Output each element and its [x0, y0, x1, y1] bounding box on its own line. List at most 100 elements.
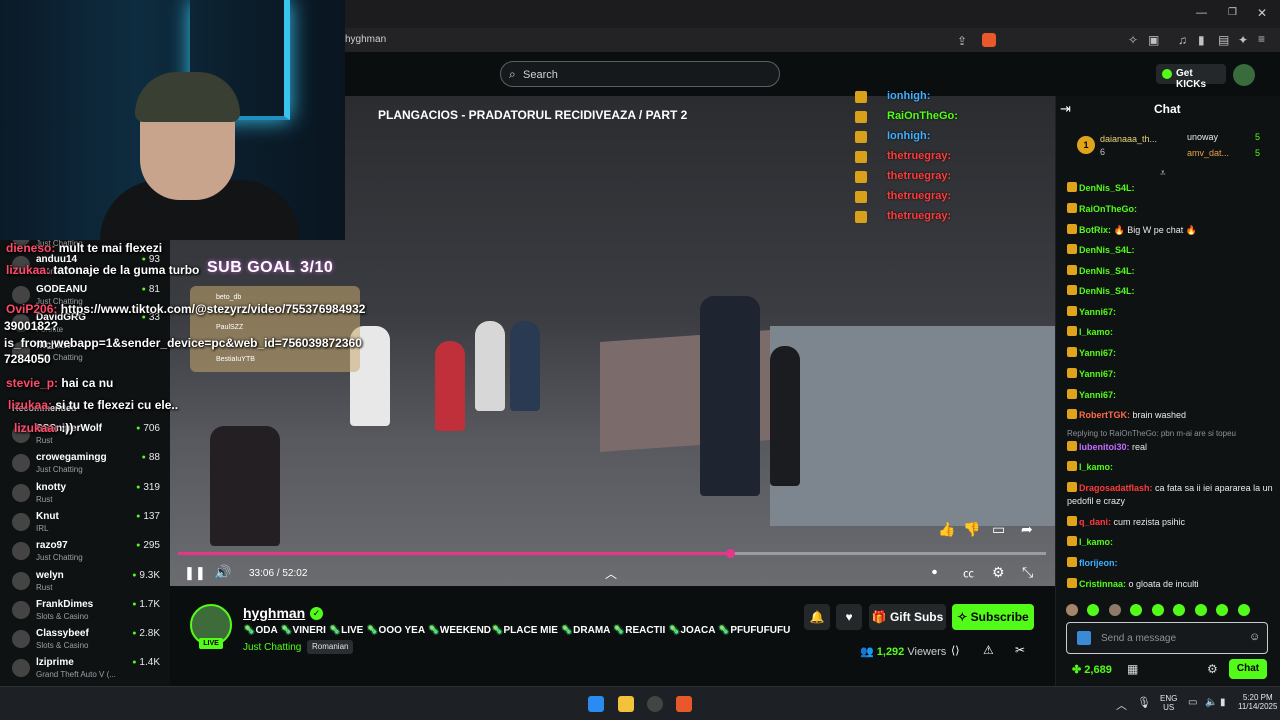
chat-username[interactable]: DenNis_S4L:: [1079, 245, 1135, 255]
emote-icon[interactable]: [1216, 604, 1229, 616]
emote-icon[interactable]: [1237, 604, 1250, 616]
music-icon[interactable]: ♫: [1178, 33, 1187, 47]
comment-icon[interactable]: ▭: [992, 521, 1005, 538]
menu-icon[interactable]: ≡: [1258, 32, 1265, 46]
chat-username[interactable]: lubenitoi30:: [1079, 442, 1130, 452]
chat-username[interactable]: RaiOnTheGo:: [1079, 204, 1137, 214]
progress-knob[interactable]: [726, 549, 736, 558]
sidebar-item-recommended[interactable]: crowegaminggJust Chatting 88: [8, 452, 168, 480]
collapse-chat-icon[interactable]: ⇥: [1060, 101, 1071, 117]
sidebar-item-recommended[interactable]: lziprimeGrand Theft Auto V (... 1.4K: [8, 657, 168, 685]
chat-username[interactable]: BotRix:: [1079, 225, 1111, 235]
theater-toggle-icon[interactable]: ⏺: [932, 567, 937, 578]
chat-message-input[interactable]: Send a message ☺: [1066, 622, 1268, 654]
brave-shield-icon[interactable]: [982, 33, 996, 47]
sidebar-icon[interactable]: ▮: [1198, 33, 1205, 47]
emote-icon[interactable]: [1087, 604, 1100, 616]
leaderboard-name[interactable]: daianaaa_th...: [1100, 134, 1157, 144]
url-text[interactable]: hyghman: [345, 34, 386, 45]
emote-icon[interactable]: [1066, 604, 1078, 616]
follow-button[interactable]: ♥: [836, 604, 862, 630]
chat-username[interactable]: Yanni67:: [1079, 390, 1116, 400]
tray-chevron-icon[interactable]: ︿: [1116, 697, 1127, 713]
language-tag[interactable]: Romanian: [307, 640, 354, 654]
app-icon[interactable]: [647, 696, 663, 712]
chat-username[interactable]: l_kamo:: [1079, 462, 1113, 472]
chat-username[interactable]: RobertTGK:: [1079, 410, 1130, 420]
chat-username[interactable]: Yanni67:: [1079, 307, 1116, 317]
wallet-icon[interactable]: ▣: [1148, 33, 1159, 47]
chat-username[interactable]: DenNis_S4L:: [1079, 183, 1135, 193]
chat-username[interactable]: q_dani:: [1079, 517, 1111, 527]
kick-emote-icon[interactable]: [1077, 631, 1091, 645]
clip-icon[interactable]: ✂: [1015, 643, 1025, 657]
network-icon[interactable]: ▭: [1188, 697, 1197, 708]
emote-icon[interactable]: [1108, 604, 1121, 616]
leo-ai-icon[interactable]: ✦: [1238, 33, 1248, 47]
microphone-icon[interactable]: 🎙: [1137, 696, 1151, 709]
sidebar-item-recommended[interactable]: KnutIRL 137: [8, 511, 168, 539]
clock[interactable]: 5:20 PM 11/14/2025: [1238, 693, 1277, 711]
subscribe-button[interactable]: ✧ Subscribe: [952, 604, 1034, 630]
emoji-picker-icon[interactable]: ☺: [1249, 631, 1260, 643]
get-kicks-button[interactable]: Get KICKs: [1156, 64, 1226, 90]
streamer-name[interactable]: hyghman: [243, 605, 305, 621]
chat-settings-icon[interactable]: ⚙: [1207, 662, 1218, 676]
sidebar-item-recommended[interactable]: FrankDimesSlots & Casino 1.7K: [8, 599, 168, 627]
close-icon[interactable]: ✕: [1257, 6, 1267, 20]
emote-icon[interactable]: [1151, 604, 1164, 616]
sidebar-item-recommended[interactable]: razo97Just Chatting 295: [8, 540, 168, 568]
captions-icon[interactable]: ㏄: [963, 565, 974, 581]
minimize-icon[interactable]: —: [1196, 7, 1207, 19]
chat-leaderboard: 1 daianaaa_th... 6 unoway 5 amv_dat... 5: [1063, 126, 1273, 168]
chat-username[interactable]: l_kamo:: [1079, 537, 1113, 547]
screenshot-icon[interactable]: ▤: [1218, 33, 1229, 47]
store-icon[interactable]: ▦: [1127, 662, 1138, 676]
chat-username[interactable]: Yanni67:: [1079, 369, 1116, 379]
chat-username[interactable]: l_kamo:: [1079, 327, 1113, 337]
sidebar-item-recommended[interactable]: ClassybeefSlots & Casino 2.8K: [8, 628, 168, 656]
sidebar-item-recommended[interactable]: welynRust 9.3K: [8, 570, 168, 598]
like-icon[interactable]: 👍: [938, 521, 955, 538]
share-icon[interactable]: ⇪: [957, 34, 967, 48]
user-avatar[interactable]: [1233, 64, 1255, 86]
restore-icon[interactable]: ❐: [1228, 7, 1237, 18]
speaker-icon[interactable]: 🔈: [1205, 697, 1217, 708]
emote-icon[interactable]: [1173, 604, 1186, 616]
dislike-icon[interactable]: 👎: [963, 521, 980, 538]
search-input[interactable]: ⌕ Search: [500, 61, 780, 87]
chat-pin-icon[interactable]: ⩡: [1160, 168, 1166, 179]
emote-icon[interactable]: [1194, 604, 1207, 616]
leaderboard-name[interactable]: unoway: [1187, 132, 1218, 142]
settings-gear-icon[interactable]: ⚙: [992, 564, 1005, 581]
chat-send-button[interactable]: Chat: [1229, 659, 1267, 679]
file-explorer-icon[interactable]: [618, 696, 634, 712]
battery-icon[interactable]: ▮: [1220, 697, 1226, 708]
notification-bell-button[interactable]: 🔔: [804, 604, 830, 630]
chat-username[interactable]: florijeon:: [1079, 558, 1118, 568]
leaderboard-name[interactable]: amv_dat...: [1187, 148, 1229, 158]
channel-points[interactable]: ✤ 2,689: [1072, 663, 1112, 676]
gift-subs-button[interactable]: 🎁 Gift Subs: [869, 604, 946, 630]
chat-username[interactable]: Dragosadatflash:: [1079, 483, 1153, 493]
report-icon[interactable]: ⚠: [983, 643, 994, 657]
chat-username[interactable]: DenNis_S4L:: [1079, 266, 1135, 276]
stream-category[interactable]: Just Chatting: [243, 642, 301, 653]
brave-browser-icon[interactable]: [676, 696, 692, 712]
chevron-up-icon[interactable]: ︿: [605, 565, 617, 582]
emote-row[interactable]: [1066, 603, 1268, 619]
language-indicator[interactable]: ENG US: [1160, 694, 1177, 712]
sidebar-item-recommended[interactable]: knottyRust 319: [8, 482, 168, 510]
windows-start-icon[interactable]: [588, 696, 604, 712]
chat-username[interactable]: Yanni67:: [1079, 348, 1116, 358]
chat-username[interactable]: Cristinnaa:: [1079, 579, 1126, 589]
share-icon-small[interactable]: ⟨⟩: [951, 644, 960, 657]
share-arrow-icon[interactable]: ➦: [1021, 521, 1033, 538]
fullscreen-exit-icon[interactable]: ⤡: [1022, 564, 1033, 581]
extensions-icon[interactable]: ✧: [1128, 33, 1138, 47]
pause-icon[interactable]: ❚❚: [184, 565, 206, 581]
volume-icon[interactable]: 🔊: [214, 564, 231, 581]
bell-icon: 🔔: [809, 610, 825, 624]
chat-username[interactable]: DenNis_S4L:: [1079, 286, 1135, 296]
emote-icon[interactable]: [1130, 604, 1143, 616]
